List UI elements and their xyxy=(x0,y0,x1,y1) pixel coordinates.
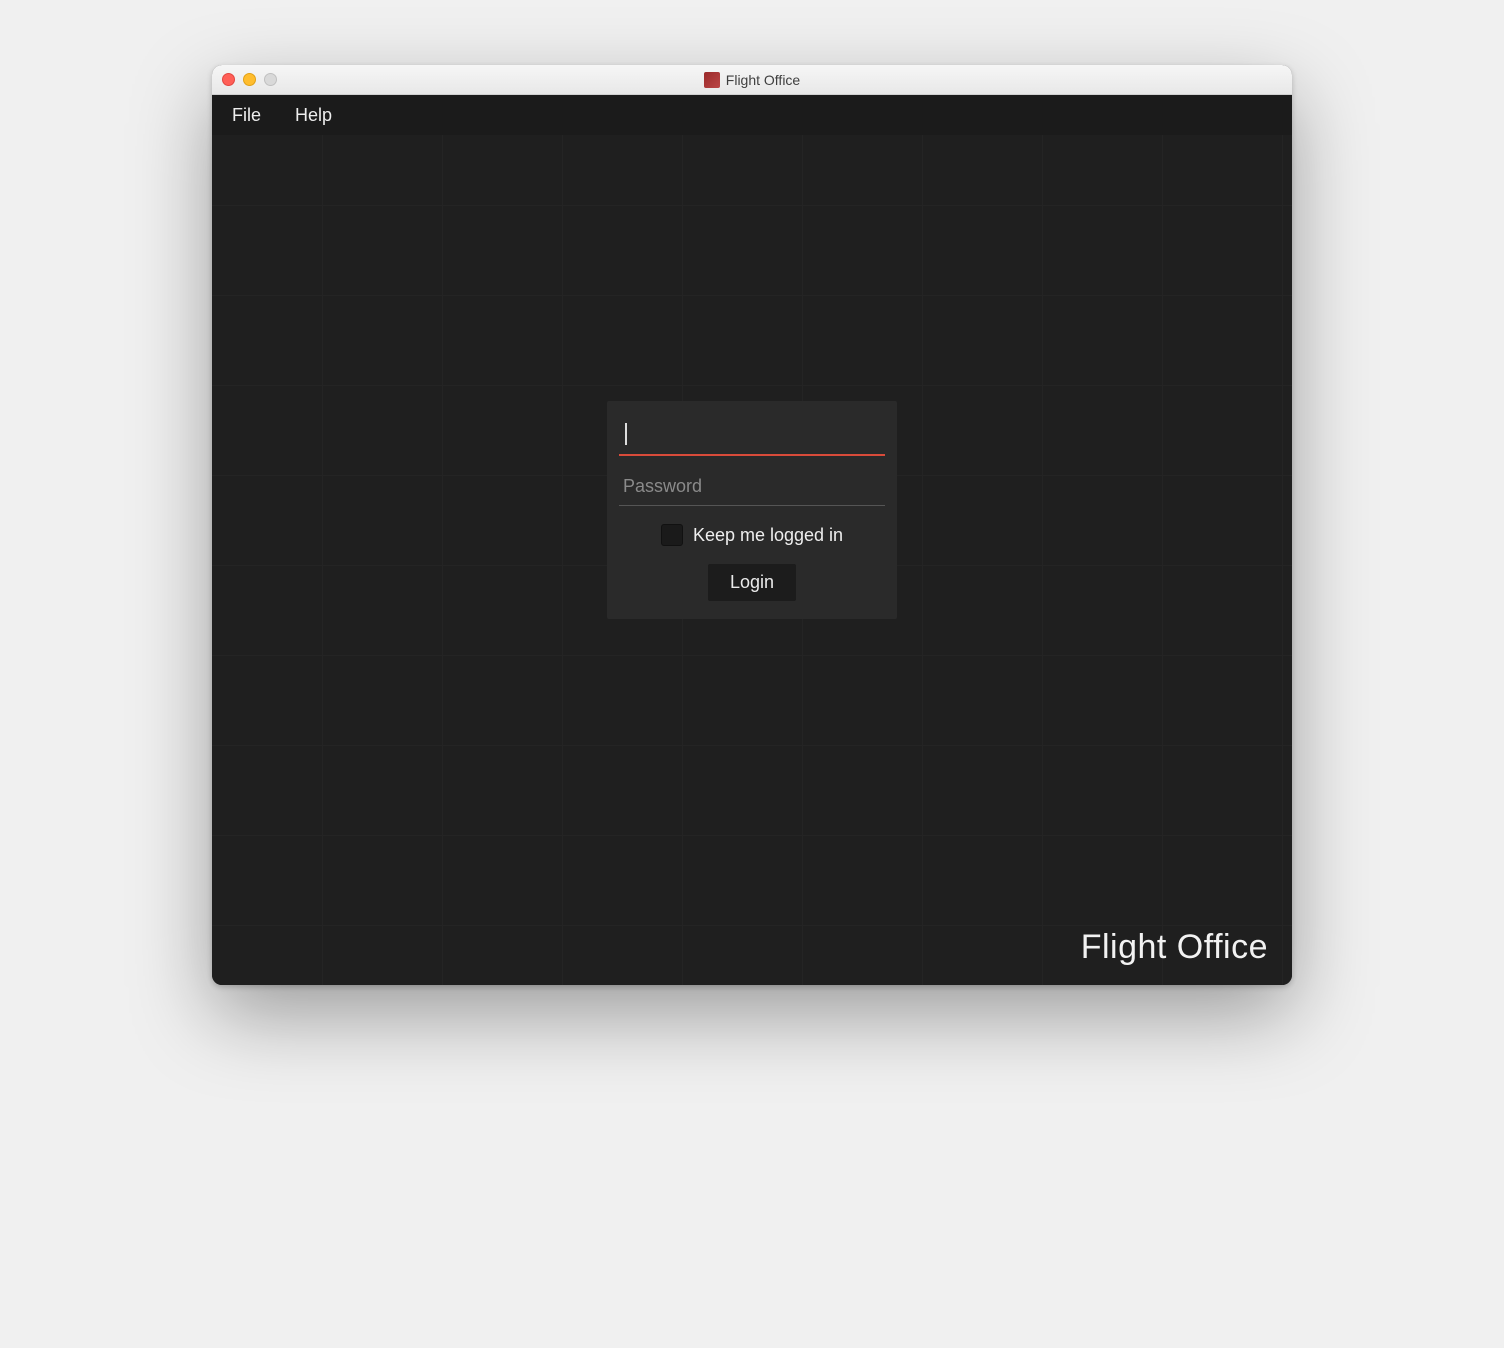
app-window: Flight Office File Help Keep me logged i… xyxy=(212,65,1292,985)
menubar: File Help xyxy=(212,95,1292,135)
window-title: Flight Office xyxy=(726,72,800,88)
app-content: Keep me logged in Login Flight Office xyxy=(212,135,1292,985)
keep-logged-in-checkbox[interactable] xyxy=(661,524,683,546)
close-window-button[interactable] xyxy=(222,73,235,86)
titlebar: Flight Office xyxy=(212,65,1292,95)
traffic-lights xyxy=(222,73,277,86)
username-field-wrapper xyxy=(619,417,885,456)
minimize-window-button[interactable] xyxy=(243,73,256,86)
menu-file[interactable]: File xyxy=(224,101,269,130)
login-button-row: Login xyxy=(619,564,885,601)
login-button[interactable]: Login xyxy=(708,564,796,601)
keep-logged-in-row: Keep me logged in xyxy=(619,524,885,546)
text-caret xyxy=(625,423,627,445)
username-input[interactable] xyxy=(619,417,885,456)
menu-help[interactable]: Help xyxy=(287,101,340,130)
window-title-container: Flight Office xyxy=(212,72,1292,88)
password-field-wrapper xyxy=(619,468,885,506)
keep-logged-in-label: Keep me logged in xyxy=(693,525,843,546)
password-input[interactable] xyxy=(619,468,885,506)
maximize-window-button[interactable] xyxy=(264,73,277,86)
app-icon xyxy=(704,72,720,88)
brand-label: Flight Office xyxy=(1081,928,1268,967)
login-panel: Keep me logged in Login xyxy=(607,401,897,619)
